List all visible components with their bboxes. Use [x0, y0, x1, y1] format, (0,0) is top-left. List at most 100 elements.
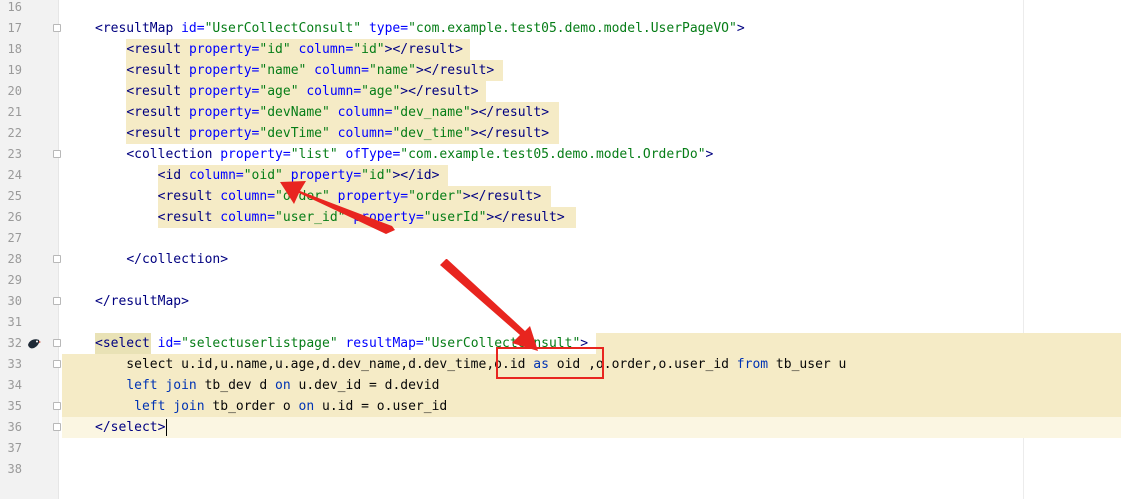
line-number: 35	[7, 399, 22, 413]
code-line[interactable]: 19 <result property="name" column="name"…	[0, 60, 1121, 81]
code-text[interactable]: <resultMap id="UserCollectConsult" type=…	[95, 18, 745, 39]
code-text[interactable]: left join tb_order o on u.id = o.user_id	[95, 396, 447, 417]
code-line[interactable]: 22 <result property="devTime" column="de…	[0, 123, 1121, 144]
code-text[interactable]: <id column="oid" property="id"></id>	[95, 165, 440, 186]
code-text[interactable]: <collection property="list" ofType="com.…	[95, 144, 713, 165]
code-text[interactable]: <result column="user_id" property="userI…	[95, 207, 565, 228]
code-token: ></id>	[392, 168, 440, 183]
line-number: 29	[7, 273, 22, 287]
code-token: left join	[134, 399, 205, 414]
code-line[interactable]: 29	[0, 270, 1121, 291]
fold-marker-icon[interactable]	[53, 24, 61, 32]
code-text[interactable]: <result property="name" column="name"></…	[95, 60, 494, 81]
code-text[interactable]: <result property="id" column="id"></resu…	[95, 39, 463, 60]
mybatis-bird-icon[interactable]	[27, 337, 41, 350]
line-number: 28	[7, 252, 22, 266]
annotation-highlight-box	[496, 347, 604, 379]
code-token: type=	[361, 21, 409, 36]
line-number: 22	[7, 126, 22, 140]
code-token: </resultMap>	[95, 294, 189, 309]
code-token: "devName"	[259, 105, 330, 120]
code-text[interactable]: left join tb_dev d on u.dev_id = d.devid	[95, 375, 439, 396]
code-line[interactable]: 31	[0, 312, 1121, 333]
code-line[interactable]: 24 <id column="oid" property="id"></id>	[0, 165, 1121, 186]
sql-injection-highlight	[62, 417, 1121, 438]
fold-marker-icon[interactable]	[53, 255, 61, 263]
code-text[interactable]: <result property="age" column="age"></re…	[95, 81, 478, 102]
code-token: "selectuserlistpage"	[181, 336, 338, 351]
code-token: property=	[188, 63, 260, 78]
code-line[interactable]: 28 </collection>	[0, 249, 1121, 270]
line-number: 38	[7, 462, 22, 476]
code-text[interactable]: select u.id,u.name,u.age,d.dev_name,d.de…	[95, 354, 846, 375]
code-token: property=	[329, 189, 409, 204]
code-token: id=	[181, 21, 205, 36]
code-line[interactable]: 21 <result property="devName" column="de…	[0, 102, 1121, 123]
code-token: on	[298, 399, 315, 414]
line-number: 18	[7, 42, 22, 56]
code-token: "order"	[408, 189, 463, 204]
code-token: ofType=	[337, 147, 401, 162]
line-number: 21	[7, 105, 22, 119]
line-number: 17	[7, 21, 22, 35]
code-token: column=	[290, 42, 354, 57]
code-token: <result	[126, 84, 189, 99]
code-line[interactable]: 20 <result property="age" column="age"><…	[0, 81, 1121, 102]
fold-marker-icon[interactable]	[53, 360, 61, 368]
code-token: "userId"	[423, 210, 487, 225]
line-number: 36	[7, 420, 22, 434]
code-text[interactable]: <result property="devName" column="dev_n…	[95, 102, 549, 123]
code-line[interactable]: 30 </resultMap>	[0, 291, 1121, 312]
fold-marker-icon[interactable]	[53, 423, 61, 431]
fold-marker-icon[interactable]	[53, 402, 61, 410]
code-line[interactable]: 27	[0, 228, 1121, 249]
line-number: 25	[7, 189, 22, 203]
code-editor[interactable]: 16 17 <resultMap id="UserCollectConsult" t…	[0, 0, 1121, 499]
code-token: property=	[220, 147, 291, 162]
code-token: column=	[298, 84, 362, 99]
code-token: <result	[157, 189, 221, 204]
code-line[interactable]: 38	[0, 459, 1121, 480]
code-token: resultMap=	[337, 336, 424, 351]
code-token: ></result>	[415, 63, 495, 78]
line-number: 34	[7, 378, 22, 392]
code-text[interactable]: </collection>	[95, 249, 228, 270]
code-token: ></result>	[486, 210, 565, 225]
code-text[interactable]: </resultMap>	[95, 291, 189, 312]
code-text[interactable]: <result property="devTime" column="dev_t…	[95, 123, 549, 144]
line-number: 30	[7, 294, 22, 308]
line-number: 27	[7, 231, 22, 245]
fold-marker-icon[interactable]	[53, 297, 61, 305]
code-line[interactable]: 23 <collection property="list" ofType="c…	[0, 144, 1121, 165]
code-line[interactable]: 37	[0, 438, 1121, 459]
code-line[interactable]: 35 left join tb_order o on u.id = o.user…	[0, 396, 1121, 417]
code-token: u.dev_id = d.devid	[290, 378, 440, 393]
code-token: tb_user u	[768, 357, 847, 372]
code-token: "user_id"	[275, 210, 346, 225]
code-token: column=	[220, 210, 276, 225]
code-line[interactable]: 18 <result property="id" column="id"></r…	[0, 39, 1121, 60]
code-token: "name"	[259, 63, 307, 78]
code-token: </select>	[95, 420, 166, 435]
code-line[interactable]: 17 <resultMap id="UserCollectConsult" typ…	[0, 18, 1121, 39]
code-token: </collection>	[126, 252, 229, 267]
code-text[interactable]: </select>	[95, 417, 165, 438]
fold-marker-icon[interactable]	[53, 339, 61, 347]
code-token: <id	[157, 168, 189, 183]
code-line[interactable]: 16	[0, 0, 1121, 18]
code-token: <select	[95, 336, 158, 351]
fold-marker-icon[interactable]	[53, 150, 61, 158]
code-text[interactable]: <result column="order" property="order">…	[95, 186, 542, 207]
code-token: column=	[329, 126, 393, 141]
line-number: 20	[7, 84, 22, 98]
code-line[interactable]: 26 <result column="user_id" property="us…	[0, 207, 1121, 228]
code-line[interactable]: 25 <result column="order" property="orde…	[0, 186, 1121, 207]
code-line[interactable]: 36 </select>	[0, 417, 1121, 438]
code-token: from	[736, 357, 769, 372]
code-token: column=	[220, 189, 276, 204]
code-token: property=	[188, 105, 260, 120]
